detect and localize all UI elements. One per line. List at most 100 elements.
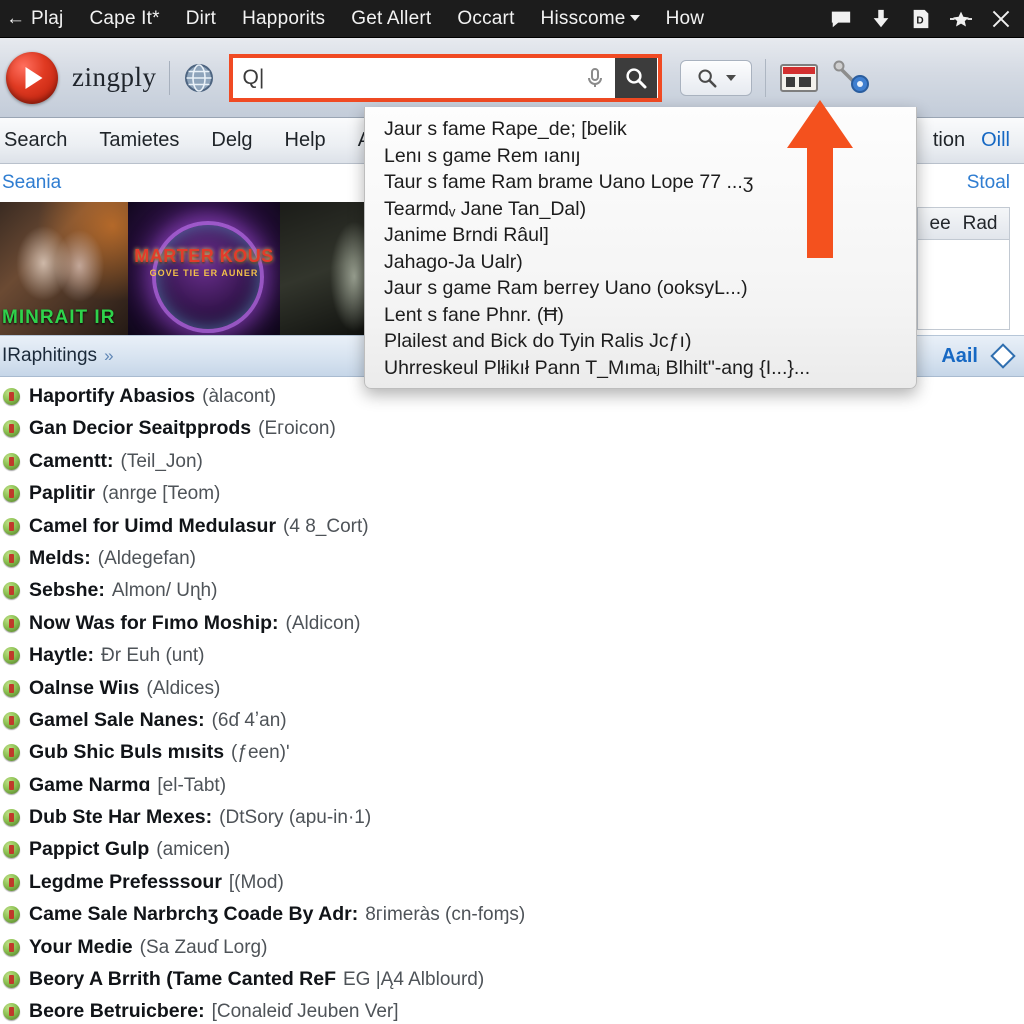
list-item[interactable]: Camel for Uimd Medulasur (4 8_Cort) (0, 515, 1024, 547)
topbar-item-4[interactable]: Get Allert (338, 8, 444, 30)
top-toolbar: ← Plaj Cape It* Dirt Happorits Get Aller… (0, 0, 1024, 38)
star-icon[interactable] (950, 8, 972, 30)
suggestion-item[interactable]: Jaur s game Ram berгeу Uano (ooksуL...) (365, 275, 916, 302)
section-right-group: Aail (941, 343, 1024, 369)
wrench-icon[interactable] (833, 59, 875, 97)
download-arrow-icon[interactable] (870, 8, 892, 30)
double-chevron-icon[interactable]: » (104, 346, 114, 366)
list-item[interactable]: Haytle: Ðr Euh (unt) (0, 644, 1024, 676)
list-item[interactable]: Dub Ste Har Mexes: (DtSory (apu-in·1) (0, 806, 1024, 838)
list-item-title: Beory A Brrith (Tame Canted ReF (29, 968, 336, 991)
search-submit-button[interactable] (614, 57, 657, 98)
list-item[interactable]: Beory A Brrith (Tame Canted ReF EG |Ą4 Al… (0, 968, 1024, 1000)
disc-icon (3, 906, 20, 924)
topbar-item-1[interactable]: Cape It* (76, 8, 172, 30)
list-item-meta: (DtSory (apu-in·1) (219, 807, 372, 829)
section-right-label[interactable]: Aail (941, 345, 978, 368)
nav-item-oill[interactable]: Oill (981, 129, 1024, 152)
topbar-item-0[interactable]: Plaj (29, 8, 76, 30)
list-item[interactable]: Gan Decior Seaitpprods (Eгoicon) (0, 417, 1024, 449)
right-panel-box-header-left: ee (929, 212, 951, 234)
suggestion-item[interactable]: Uhrreskeul Plłikıł Pann T_Mımaⱼ Blhilt"-… (365, 355, 916, 382)
close-icon[interactable] (990, 8, 1012, 30)
search-box[interactable] (228, 53, 662, 102)
right-panel-box-header-right: Rad (962, 212, 998, 234)
list-item[interactable]: Came Sale Narbrchʒ Coade By Adr: 8гimeràs… (0, 903, 1024, 935)
list-item[interactable]: Sebshe: Almon/ Uɳh) (0, 579, 1024, 611)
disc-icon (3, 776, 20, 794)
chevron-down-icon (629, 15, 640, 22)
list-item[interactable]: Game Narmɑ [el-Tabt) (0, 774, 1024, 806)
divider (764, 58, 766, 97)
right-panel-box: ee Rad (917, 207, 1010, 330)
search-input[interactable] (232, 57, 575, 98)
right-panel-header[interactable]: Stoal (911, 164, 1024, 194)
list-item[interactable]: Pappict Gulp (amicen) (0, 838, 1024, 870)
list-item[interactable]: Melds: (Aldegefan) (0, 547, 1024, 579)
disc-icon (3, 485, 20, 503)
list-item[interactable]: Camentt: (Teil_Jon) (0, 450, 1024, 482)
list-item[interactable]: Gamel Sale Nanes: (6ɗ 4ʼan) (0, 709, 1024, 741)
topbar-item-2[interactable]: Dirt (173, 8, 229, 30)
topbar-item-6[interactable]: Hisscome (528, 8, 653, 30)
list-item[interactable]: Gub Shic Buls mısits (ƒeen)ʹ (0, 741, 1024, 773)
disc-icon (3, 517, 20, 535)
nav-item-tion[interactable]: tion (929, 129, 981, 152)
breadcrumb[interactable]: Seania (0, 172, 61, 194)
disc-icon (3, 614, 20, 632)
topbar-item-3[interactable]: Happorits (229, 8, 338, 30)
diamond-arrow-icon[interactable] (990, 343, 1016, 369)
nav-item-search[interactable]: Search (0, 129, 83, 152)
list-item[interactable]: Legdme Prefesssour [(Mod) (0, 871, 1024, 903)
list-item-meta: (àlacont) (202, 386, 277, 407)
list-item[interactable]: Now Was for Fımo Moship: (Aldicon) (0, 612, 1024, 644)
disc-icon (3, 388, 20, 405)
list-item[interactable]: Haportify Abasios (àlacont) (0, 385, 1024, 417)
topbar-item-7[interactable]: How (653, 8, 718, 30)
globe-icon[interactable] (182, 61, 216, 95)
topbar-item-5[interactable]: Occart (444, 8, 527, 30)
list-item[interactable]: Beore Betruicbere: [Conaleiɗ Jeuben Ver] (0, 1000, 1024, 1024)
list-item-meta: [el-Tabt) (157, 774, 227, 796)
list-item-title: Gub Shic Buls mısits (29, 741, 225, 764)
play-circle-logo[interactable] (6, 51, 58, 104)
disc-icon (3, 809, 20, 827)
nav-item-delg[interactable]: Delg (195, 129, 268, 152)
list-item-meta: Almon/ Uɳh) (111, 580, 218, 602)
list-item[interactable]: Oalnse Wiıs (Aldices) (0, 677, 1024, 709)
list-item-meta: (Teil_Jon) (120, 450, 203, 472)
search-engine-dropdown[interactable] (679, 59, 752, 96)
nav-item-help[interactable]: Help (269, 129, 342, 152)
list-item-meta: Ðr Euh (unt) (101, 645, 205, 667)
carousel-card-2-title: MARTER KOUS (134, 246, 274, 266)
disc-icon (3, 1003, 20, 1021)
list-item-title: Sebshe: (29, 579, 105, 602)
disc-icon (3, 873, 20, 891)
disc-icon (3, 452, 20, 470)
carousel-card-2[interactable]: MARTER KOUS GOVE TIE ER AUNER (128, 202, 280, 335)
list-item-title: Haportify Abasios (29, 385, 196, 407)
list-item-title: Gamel Sale Nanes: (29, 708, 205, 731)
svg-text:D: D (916, 15, 923, 26)
microphone-icon[interactable] (574, 57, 615, 98)
topbar-icon-group: D (830, 8, 1024, 30)
back-arrow-icon[interactable]: ← (0, 9, 29, 28)
chat-bubble-icon[interactable] (830, 8, 852, 30)
document-icon[interactable]: D (910, 8, 932, 30)
magnifier-icon (697, 68, 717, 88)
list-item-title: Melds: (29, 546, 91, 569)
list-item-meta: EG |Ą4 Alblourd) (343, 969, 485, 991)
list-item-title: Oalnse Wiıs (29, 676, 140, 699)
suggestion-item[interactable]: Lent s fane Phnr. (Ħ) (365, 302, 916, 329)
nav-item-tamietes[interactable]: Tamietes (83, 129, 195, 152)
suggestion-item[interactable]: Plailest and Bick do Tyin Ralis Jcƒı) (365, 328, 916, 355)
disc-icon (3, 420, 20, 438)
ticket-icon[interactable] (779, 62, 819, 94)
list-item[interactable]: Paplitir (anrge [Teom) (0, 482, 1024, 514)
list-item-meta: (ƒeen)ʹ (231, 742, 290, 764)
list-item[interactable]: Your Medie (Sa Zauɗ Lorg) (0, 936, 1024, 968)
carousel-card-1[interactable]: MINRAIT IR (0, 202, 128, 335)
list-item-title: Pappict Gulp (29, 838, 150, 861)
red-pointer-arrow (787, 100, 853, 258)
site-nav-right: tion Oill (929, 129, 1024, 152)
